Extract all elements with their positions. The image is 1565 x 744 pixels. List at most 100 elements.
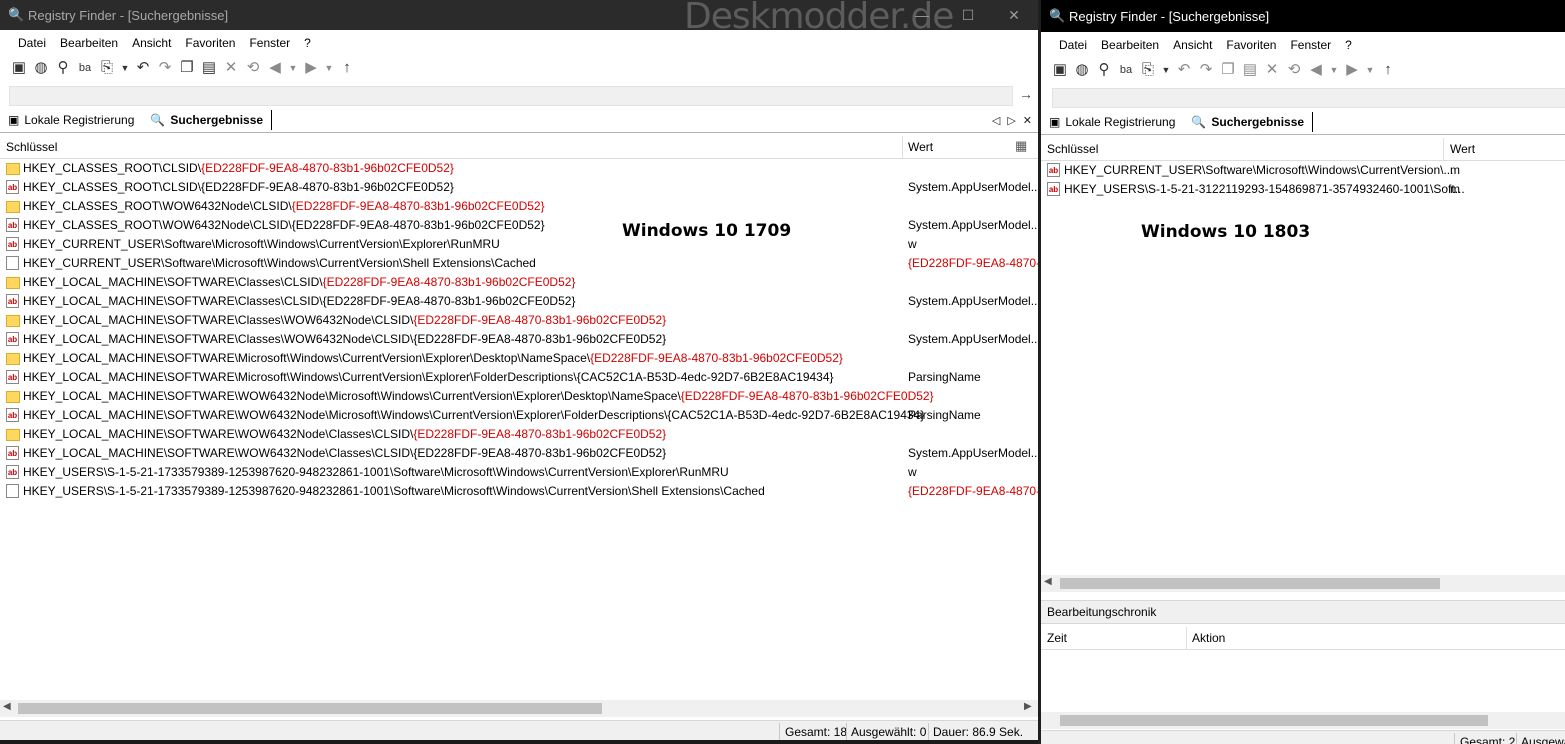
- menu-fenster[interactable]: Fenster: [1290, 38, 1331, 52]
- tab-lokale-registrierung[interactable]: ▣ Lokale Registrierung: [8, 110, 142, 130]
- paste-icon[interactable]: ▤: [200, 59, 218, 77]
- refresh-icon[interactable]: ⟲: [1285, 61, 1303, 79]
- forward-icon[interactable]: ▶: [302, 59, 320, 77]
- up-icon[interactable]: ↑: [1379, 61, 1397, 79]
- tab-lokale-registrierung[interactable]: ▣ Lokale Registrierung: [1049, 112, 1183, 132]
- maximize-button[interactable]: ☐: [945, 0, 991, 30]
- result-row[interactable]: HKEY_CURRENT_USER\Software\Microsoft\Win…: [0, 254, 1038, 273]
- column-zeit[interactable]: Zeit: [1047, 631, 1067, 645]
- column-schluessel[interactable]: Schlüssel: [1047, 142, 1098, 156]
- replace-icon[interactable]: ba: [76, 59, 94, 77]
- back-icon[interactable]: ◀: [266, 59, 284, 77]
- redo-icon[interactable]: ↷: [156, 59, 174, 77]
- menu-ansicht[interactable]: Ansicht: [1173, 38, 1212, 52]
- menu-help[interactable]: ?: [304, 36, 311, 50]
- tab-suchergebnisse[interactable]: 🔍 Suchergebnisse: [150, 110, 273, 130]
- result-row[interactable]: HKEY_LOCAL_MACHINE\SOFTWARE\WOW6432Node\…: [0, 425, 1038, 444]
- undo-icon[interactable]: ↶: [1175, 61, 1193, 79]
- result-row[interactable]: HKEY_USERS\S-1-5-21-1733579389-125398762…: [0, 482, 1038, 501]
- scroll-left-icon[interactable]: ◀: [3, 701, 11, 712]
- result-row[interactable]: ab HKEY_CURRENT_USER\Software\Microsoft\W…: [0, 235, 1038, 254]
- tab-suchergebnisse[interactable]: 🔍 Suchergebnisse: [1191, 112, 1314, 132]
- chevron-down-icon[interactable]: ▼: [1161, 61, 1171, 79]
- registry-search-icon[interactable]: ◍: [1073, 61, 1091, 79]
- tab-next-icon[interactable]: ▷: [1007, 114, 1015, 127]
- registry-search-icon[interactable]: ◍: [32, 59, 50, 77]
- menu-datei[interactable]: Datei: [18, 36, 46, 50]
- result-row[interactable]: ab HKEY_CURRENT_USER\Software\Microsoft\W…: [1041, 161, 1565, 180]
- chevron-down-icon[interactable]: ▼: [120, 59, 130, 77]
- copy-icon[interactable]: ❐: [178, 59, 196, 77]
- scroll-thumb[interactable]: [1060, 578, 1440, 589]
- address-bar[interactable]: [9, 86, 1013, 106]
- column-divider[interactable]: [1443, 138, 1444, 160]
- scroll-thumb[interactable]: [1060, 715, 1488, 726]
- chevron-down-icon[interactable]: ▼: [1329, 61, 1339, 79]
- menu-datei[interactable]: Datei: [1059, 38, 1087, 52]
- chevron-down-icon[interactable]: ▼: [288, 59, 298, 77]
- history-horizontal-scrollbar[interactable]: [1041, 712, 1565, 729]
- go-arrow-icon[interactable]: →: [1019, 86, 1033, 102]
- result-row[interactable]: HKEY_CLASSES_ROOT\CLSID\{ED228FDF-9EA8-4…: [0, 159, 1038, 178]
- menu-favoriten[interactable]: Favoriten: [1226, 38, 1276, 52]
- up-icon[interactable]: ↑: [338, 59, 356, 77]
- result-row[interactable]: ab HKEY_USERS\S-1-5-21-3122119293-1548698…: [1041, 180, 1565, 199]
- menu-favoriten[interactable]: Favoriten: [185, 36, 235, 50]
- refresh-icon[interactable]: ⟲: [244, 59, 262, 77]
- title-bar[interactable]: 🔍 Registry Finder - [Suchergebnisse]: [1041, 0, 1565, 32]
- export-icon[interactable]: ⎘: [98, 59, 116, 77]
- column-divider[interactable]: [902, 136, 903, 158]
- result-row[interactable]: ab HKEY_LOCAL_MACHINE\SOFTWARE\Microsoft\…: [0, 368, 1038, 387]
- close-button[interactable]: ✕: [991, 0, 1037, 30]
- tab-prev-icon[interactable]: ◁: [992, 114, 1000, 127]
- horizontal-scrollbar[interactable]: ◀ ▶: [0, 700, 1038, 717]
- forward-icon[interactable]: ▶: [1343, 61, 1361, 79]
- column-divider[interactable]: [1186, 627, 1187, 649]
- menu-fenster[interactable]: Fenster: [249, 36, 290, 50]
- copy-icon[interactable]: ❐: [1219, 61, 1237, 79]
- result-row[interactable]: HKEY_LOCAL_MACHINE\SOFTWARE\Classes\CLSI…: [0, 273, 1038, 292]
- address-bar[interactable]: [1052, 88, 1565, 108]
- chevron-down-icon[interactable]: ▼: [1365, 61, 1375, 79]
- scroll-right-icon[interactable]: ▶: [1024, 701, 1032, 712]
- result-row[interactable]: ab HKEY_LOCAL_MACHINE\SOFTWARE\WOW6432Nod…: [0, 444, 1038, 463]
- scroll-left-icon[interactable]: ◀: [1044, 576, 1052, 587]
- menu-bearbeiten[interactable]: Bearbeiten: [1101, 38, 1159, 52]
- result-row[interactable]: ab HKEY_LOCAL_MACHINE\SOFTWARE\Classes\CL…: [0, 292, 1038, 311]
- horizontal-scrollbar[interactable]: ◀: [1041, 575, 1565, 592]
- back-icon[interactable]: ◀: [1307, 61, 1325, 79]
- paste-icon[interactable]: ▤: [1241, 61, 1259, 79]
- find-icon[interactable]: ⚲: [54, 59, 72, 77]
- delete-icon[interactable]: ✕: [1263, 61, 1281, 79]
- computer-icon[interactable]: ▣: [1051, 61, 1069, 79]
- computer-icon[interactable]: ▣: [10, 59, 28, 77]
- column-schluessel[interactable]: Schlüssel: [6, 140, 57, 154]
- result-row[interactable]: ab HKEY_USERS\S-1-5-21-1733579389-1253987…: [0, 463, 1038, 482]
- result-row[interactable]: ab HKEY_CLASSES_ROOT\WOW6432Node\CLSID\{E…: [0, 216, 1038, 235]
- chevron-down-icon[interactable]: ▼: [324, 59, 334, 77]
- column-chooser-icon[interactable]: ▦: [1015, 138, 1027, 154]
- export-icon[interactable]: ⎘: [1139, 61, 1157, 79]
- column-wert[interactable]: Wert: [908, 140, 933, 154]
- undo-icon[interactable]: ↶: [134, 59, 152, 77]
- column-wert[interactable]: Wert: [1450, 142, 1475, 156]
- result-row[interactable]: ab HKEY_LOCAL_MACHINE\SOFTWARE\WOW6432Nod…: [0, 406, 1038, 425]
- menu-help[interactable]: ?: [1345, 38, 1352, 52]
- result-row[interactable]: ab HKEY_LOCAL_MACHINE\SOFTWARE\Classes\WO…: [0, 330, 1038, 349]
- tab-close-icon[interactable]: ✕: [1023, 114, 1032, 127]
- column-aktion[interactable]: Aktion: [1192, 631, 1225, 645]
- replace-icon[interactable]: ba: [1117, 61, 1135, 79]
- minimize-button[interactable]: —: [899, 0, 945, 30]
- delete-icon[interactable]: ✕: [222, 59, 240, 77]
- menu-ansicht[interactable]: Ansicht: [132, 36, 171, 50]
- scroll-thumb[interactable]: [18, 703, 602, 714]
- redo-icon[interactable]: ↷: [1197, 61, 1215, 79]
- result-row[interactable]: HKEY_CLASSES_ROOT\WOW6432Node\CLSID\{ED2…: [0, 197, 1038, 216]
- find-icon[interactable]: ⚲: [1095, 61, 1113, 79]
- result-row[interactable]: HKEY_LOCAL_MACHINE\SOFTWARE\Classes\WOW6…: [0, 311, 1038, 330]
- menu-bearbeiten[interactable]: Bearbeiten: [60, 36, 118, 50]
- result-row[interactable]: ab HKEY_CLASSES_ROOT\CLSID\{ED228FDF-9EA8…: [0, 178, 1038, 197]
- result-row[interactable]: HKEY_LOCAL_MACHINE\SOFTWARE\WOW6432Node\…: [0, 387, 1038, 406]
- result-row[interactable]: HKEY_LOCAL_MACHINE\SOFTWARE\Microsoft\Wi…: [0, 349, 1038, 368]
- title-bar[interactable]: 🔍 Registry Finder - [Suchergebnisse] Des…: [0, 0, 1038, 37]
